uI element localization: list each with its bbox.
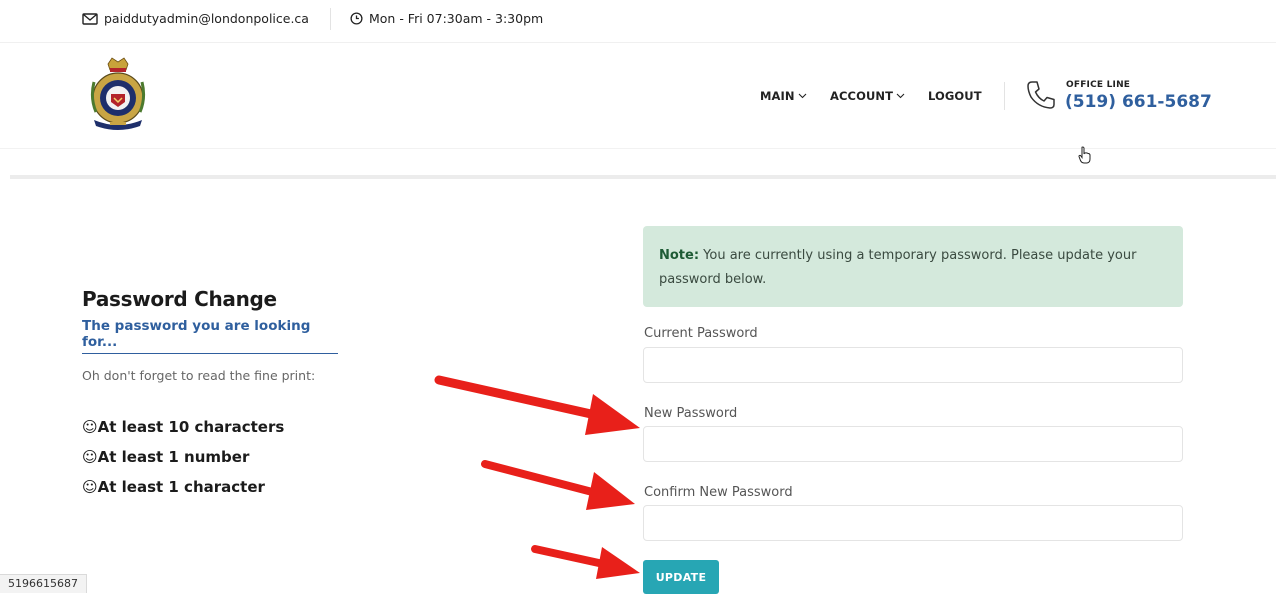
confirm-password-input[interactable] [643, 505, 1183, 541]
top-contact-bar: paiddutyadmin@londonpolice.ca Mon - Fri … [0, 0, 1276, 43]
annotation-arrow-new-password [434, 375, 640, 435]
requirement-length: ☺At least 10 characters [82, 418, 285, 436]
header-divider [1004, 82, 1005, 110]
hours-text: Mon - Fri 07:30am - 3:30pm [369, 11, 544, 26]
current-password-input[interactable] [643, 347, 1183, 383]
chevron-down-icon [798, 93, 807, 99]
requirement-character: ☺At least 1 character [82, 478, 265, 496]
mail-icon [82, 12, 98, 25]
clock-icon [350, 12, 363, 25]
site-header: MAIN ACCOUNT LOGOUT OFFICE LINE (519) 66… [0, 42, 1276, 164]
nav-account[interactable]: ACCOUNT [830, 89, 905, 103]
nav-account-label: ACCOUNT [830, 89, 894, 103]
update-button[interactable]: UPDATE [643, 560, 719, 594]
current-password-label: Current Password [644, 326, 758, 341]
email-text[interactable]: paiddutyadmin@londonpolice.ca [104, 11, 309, 26]
phone-icon [1027, 81, 1055, 109]
hand-cursor-icon [1078, 146, 1091, 164]
confirm-password-label: Confirm New Password [644, 485, 793, 500]
page-subtitle: The password you are looking for... [82, 318, 338, 354]
office-phone-link[interactable]: (519) 661-5687 [1065, 92, 1212, 112]
browser-status-bar: 5196615687 [0, 574, 87, 593]
page-title: Password Change [82, 287, 277, 311]
temporary-password-note: Note: You are currently using a temporar… [643, 226, 1183, 307]
annotation-arrow-update [531, 545, 640, 579]
new-password-input[interactable] [643, 426, 1183, 462]
content-separator [10, 175, 1276, 179]
topbar-divider [330, 8, 331, 30]
office-line-label: OFFICE LINE [1066, 80, 1131, 90]
fineprint-text: Oh don't forget to read the fine print: [82, 368, 316, 383]
chevron-down-icon [896, 93, 905, 99]
nav-main-label: MAIN [760, 89, 795, 103]
note-text: You are currently using a temporary pass… [659, 248, 1137, 287]
note-label: Note: [659, 248, 700, 263]
office-hours: Mon - Fri 07:30am - 3:30pm [350, 11, 543, 26]
email-contact[interactable]: paiddutyadmin@londonpolice.ca [82, 11, 309, 26]
nav-main[interactable]: MAIN [760, 89, 807, 103]
nav-logout[interactable]: LOGOUT [928, 89, 982, 103]
annotation-arrow-confirm-password [481, 460, 635, 510]
requirement-number: ☺At least 1 number [82, 448, 250, 466]
police-crest-logo[interactable] [88, 56, 148, 132]
new-password-label: New Password [644, 406, 738, 421]
nav-logout-label: LOGOUT [928, 89, 982, 103]
